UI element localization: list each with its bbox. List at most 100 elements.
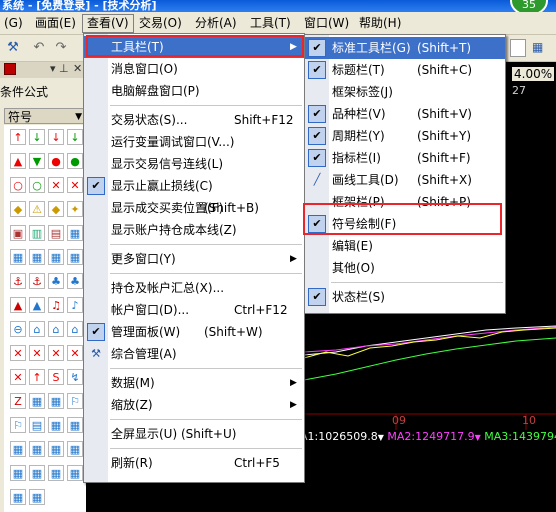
view_menu-item[interactable]: ✔ 显示止赢止损线(C) bbox=[84, 175, 304, 197]
symbol-tile-icon[interactable]: ⚠ bbox=[29, 201, 45, 217]
symbol-tile-icon[interactable]: ▲ bbox=[29, 297, 45, 313]
symbol-tile-icon[interactable]: ▲ bbox=[10, 153, 26, 169]
menu-window[interactable]: 窗口(W) bbox=[300, 15, 353, 32]
menu-view[interactable]: 查看(V) bbox=[82, 14, 134, 33]
symbol-tile-icon[interactable]: ▤ bbox=[48, 225, 64, 241]
pin-icon[interactable]: ▾ ⊥ bbox=[50, 62, 69, 75]
symbol-tile-icon[interactable]: ✕ bbox=[10, 369, 26, 385]
symbol-tile-icon[interactable]: ✦ bbox=[67, 201, 83, 217]
symbol-tile-icon[interactable]: ▦ bbox=[29, 249, 45, 265]
symbol-tile-icon[interactable]: ▲ bbox=[10, 297, 26, 313]
toolbar_submenu-item[interactable]: ✔ 指标栏(I) (Shift+F) bbox=[305, 147, 505, 169]
redo-icon[interactable]: ↷ bbox=[52, 39, 70, 57]
symbol-tile-icon[interactable]: ◆ bbox=[10, 201, 26, 217]
symbol-tile-icon[interactable]: ◆ bbox=[48, 201, 64, 217]
toolbar_submenu-item[interactable]: ✔ 标题栏(T) (Shift+C) bbox=[305, 59, 505, 81]
view_menu-item[interactable]: 显示成交买卖位置(F) (Shift+B) bbox=[84, 197, 304, 219]
symbol-tile-icon[interactable]: ↓ bbox=[29, 129, 45, 145]
toolbar_submenu-item[interactable]: ✔ 品种栏(V) (Shift+V) bbox=[305, 103, 505, 125]
tab-condition-formula[interactable]: 条件公式 bbox=[0, 83, 48, 100]
toolbar-page-icon[interactable] bbox=[510, 39, 526, 57]
symbol-tile-icon[interactable]: ⌂ bbox=[67, 321, 83, 337]
view_menu-item[interactable]: 刷新(R) Ctrl+F5 bbox=[84, 452, 304, 474]
view_menu-item[interactable]: 运行变量调试窗口(V...) bbox=[84, 131, 304, 153]
symbol-tile-icon[interactable]: ⌂ bbox=[48, 321, 64, 337]
menu-trade[interactable]: 交易(O) bbox=[135, 15, 186, 32]
symbol-tile-icon[interactable]: ↑ bbox=[29, 369, 45, 385]
symbol-tile-icon[interactable]: ▦ bbox=[10, 249, 26, 265]
menu-system[interactable]: (G) bbox=[0, 15, 27, 32]
symbol-tile-icon[interactable]: ✕ bbox=[67, 177, 83, 193]
symbol-tile-icon[interactable]: ▦ bbox=[67, 465, 83, 481]
view_menu-item[interactable]: 显示账户持仓成本线(Z) bbox=[84, 219, 304, 241]
tools-icon[interactable]: ⚒ bbox=[4, 39, 22, 57]
toolbar_submenu-item[interactable]: ╱ 画线工具(D) (Shift+X) bbox=[305, 169, 505, 191]
symbol-tile-icon[interactable]: ▦ bbox=[29, 441, 45, 457]
view_menu-item[interactable]: 缩放(Z) ▶ bbox=[84, 394, 304, 416]
symbol-tile-icon[interactable]: ○ bbox=[10, 177, 26, 193]
symbol-tile-icon[interactable]: ⚓ bbox=[10, 273, 26, 289]
view_menu-item[interactable]: 电脑解盘窗口(P) bbox=[84, 80, 304, 102]
symbol-tile-icon[interactable]: ♣ bbox=[67, 273, 83, 289]
menu-tools[interactable]: 工具(T) bbox=[246, 15, 295, 32]
close-icon[interactable]: ✕ bbox=[73, 62, 82, 75]
view_menu-item[interactable]: ⚒ 综合管理(A) bbox=[84, 343, 304, 365]
toolbar_submenu-item[interactable]: ✔ 周期栏(Y) (Shift+Y) bbox=[305, 125, 505, 147]
symbol-tile-icon[interactable]: ▦ bbox=[48, 249, 64, 265]
symbol-tile-icon[interactable]: ▣ bbox=[10, 225, 26, 241]
undo-icon[interactable]: ↶ bbox=[30, 39, 48, 57]
menu-analysis[interactable]: 分析(A) bbox=[191, 15, 241, 32]
toolbar_submenu-item[interactable]: ✔ 状态栏(S) bbox=[305, 286, 505, 308]
symbol-tile-icon[interactable]: ○ bbox=[29, 177, 45, 193]
view_menu-item[interactable]: 显示交易信号连线(L) bbox=[84, 153, 304, 175]
view_menu-item[interactable]: 全屏显示(U) (Shift+U) bbox=[84, 423, 304, 445]
symbol-tile-icon[interactable]: ▼ bbox=[29, 153, 45, 169]
symbol-tile-icon[interactable]: ▦ bbox=[29, 489, 45, 505]
chart-mode-icon[interactable]: ▦ bbox=[532, 39, 550, 55]
symbol-tile-icon[interactable]: ▦ bbox=[48, 465, 64, 481]
toolbar_submenu-item[interactable]: 其他(O) bbox=[305, 257, 505, 279]
menu-help[interactable]: 帮助(H) bbox=[355, 15, 405, 32]
symbol-tile-icon[interactable]: ▦ bbox=[67, 225, 83, 241]
symbol-tile-icon[interactable]: ▦ bbox=[48, 441, 64, 457]
symbol-tile-icon[interactable]: ▥ bbox=[29, 225, 45, 241]
symbol-tile-icon[interactable]: ▦ bbox=[67, 417, 83, 433]
toolbar_submenu-item[interactable]: ✔ 标准工具栏(G) (Shift+T) bbox=[305, 37, 505, 59]
symbol-tile-icon[interactable]: ↓ bbox=[48, 129, 64, 145]
toolbar_submenu-item[interactable]: 框架标签(J) bbox=[305, 81, 505, 103]
view_menu-item[interactable]: 消息窗口(O) bbox=[84, 58, 304, 80]
menu-screen[interactable]: 画面(E) bbox=[31, 15, 80, 32]
symbol-tile-icon[interactable]: ▦ bbox=[10, 441, 26, 457]
toolbar_submenu-item[interactable]: 编辑(E) bbox=[305, 235, 505, 257]
symbol-tile-icon[interactable]: ▦ bbox=[29, 393, 45, 409]
symbol-tile-icon[interactable]: Z bbox=[10, 393, 26, 409]
symbol-tile-icon[interactable]: ↓ bbox=[67, 129, 83, 145]
symbol-tile-icon[interactable]: ⚓ bbox=[29, 273, 45, 289]
symbol-tile-icon[interactable]: ✕ bbox=[67, 345, 83, 361]
symbol-tile-icon[interactable]: ▦ bbox=[10, 465, 26, 481]
view_menu-item[interactable]: 数据(M) ▶ bbox=[84, 372, 304, 394]
symbol-tile-icon[interactable]: ● bbox=[67, 153, 83, 169]
symbol-tile-icon[interactable]: ♫ bbox=[48, 297, 64, 313]
view_menu-item[interactable]: 帐户窗口(D)... Ctrl+F12 bbox=[84, 299, 304, 321]
symbol-tile-icon[interactable]: ▦ bbox=[67, 441, 83, 457]
symbol-tile-icon[interactable]: ✕ bbox=[48, 345, 64, 361]
symbol-tile-icon[interactable]: ▦ bbox=[48, 393, 64, 409]
view_menu-item[interactable]: 持仓及帐户汇总(X)... bbox=[84, 277, 304, 299]
symbol-tile-icon[interactable]: ✕ bbox=[10, 345, 26, 361]
symbol-tile-icon[interactable]: ⚐ bbox=[10, 417, 26, 433]
view_menu-item[interactable]: 更多窗口(Y) ▶ bbox=[84, 248, 304, 270]
symbol-tile-icon[interactable]: ✕ bbox=[48, 177, 64, 193]
view_menu-item[interactable]: 交易状态(S)... Shift+F12 bbox=[84, 109, 304, 131]
symbol-tile-icon[interactable]: ▦ bbox=[29, 465, 45, 481]
symbol-tile-icon[interactable]: S bbox=[48, 369, 64, 385]
symbol-tile-icon[interactable]: ▦ bbox=[48, 417, 64, 433]
symbol-tile-icon[interactable]: ✕ bbox=[29, 345, 45, 361]
symbol-tile-icon[interactable]: ⊖ bbox=[10, 321, 26, 337]
symbol-tile-icon[interactable]: ▦ bbox=[67, 249, 83, 265]
symbol-tile-icon[interactable]: ♪ bbox=[67, 297, 83, 313]
symbol-tile-icon[interactable]: ▤ bbox=[29, 417, 45, 433]
symbol-tile-icon[interactable]: ⌂ bbox=[29, 321, 45, 337]
chevron-down-icon[interactable]: ▼ bbox=[75, 109, 82, 125]
view_menu-item[interactable]: ✔ 管理面板(W) (Shift+W) bbox=[84, 321, 304, 343]
